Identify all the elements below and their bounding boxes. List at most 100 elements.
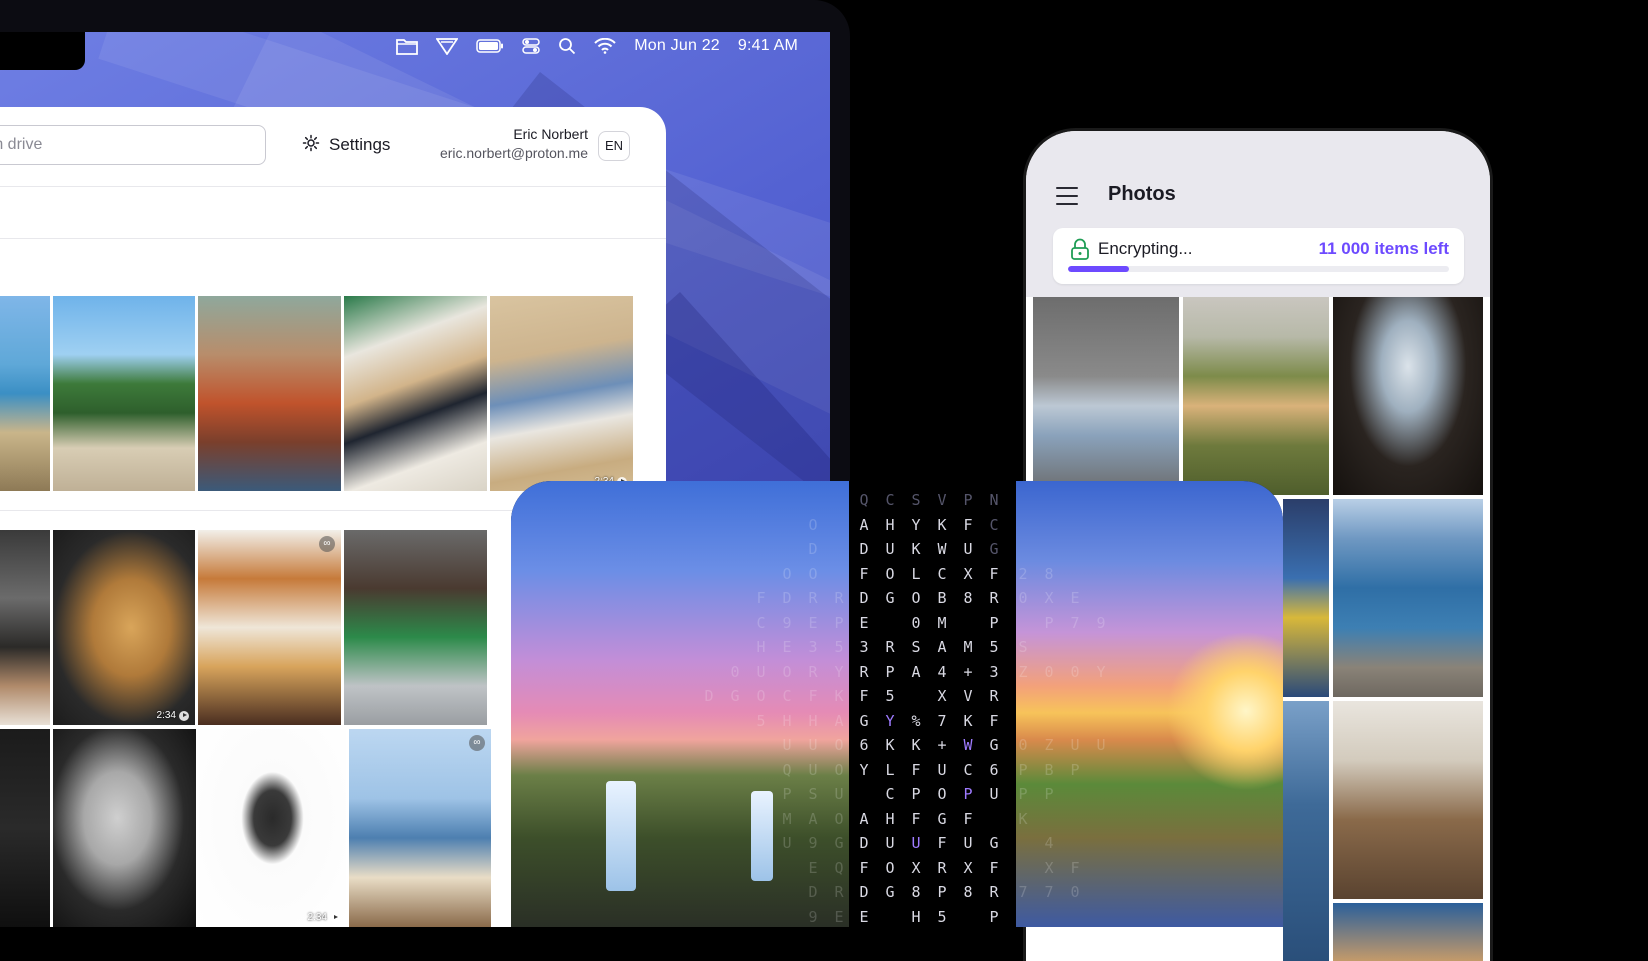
video-duration-badge: 2:34 (308, 912, 340, 923)
cipher-glyph: 3 (989, 662, 999, 681)
settings-label: Settings (329, 135, 391, 154)
cipher-glyph-faded: G (834, 834, 844, 852)
photo-thumbnail[interactable] (1283, 701, 1329, 961)
photo-thumbnail[interactable] (1333, 499, 1483, 697)
cipher-glyph: 4 (937, 662, 947, 681)
cipher-glyph: O (911, 589, 921, 607)
encryption-status-card: Encrypting... 11 000 items left (1053, 228, 1464, 284)
lock-icon (1070, 238, 1090, 260)
cipher-glyph-faded: 5 (756, 711, 766, 730)
hamburger-menu-icon[interactable] (1056, 187, 1078, 205)
cipher-glyph-faded: Z (1018, 662, 1028, 681)
cipher-glyph: E (859, 613, 869, 632)
cipher-glyph: C (989, 515, 999, 534)
link-icon: ∞ (469, 735, 485, 751)
cipher-glyph: C (885, 491, 895, 509)
photo-thumbnail[interactable] (198, 296, 341, 491)
cipher-glyph: M (937, 613, 947, 632)
menubar-time[interactable]: 9:41 AM (738, 37, 798, 55)
search-icon[interactable] (558, 37, 576, 55)
cipher-glyph-faded: R (834, 883, 844, 901)
cipher-glyph-faded: 4 (1044, 834, 1054, 852)
cipher-glyph-faded: D (808, 540, 818, 558)
cipher-glyph-faded: F (756, 589, 766, 607)
cipher-glyph: L (885, 760, 895, 779)
photo-thumbnail[interactable]: ∞ (198, 530, 341, 725)
cipher-glyph: 0 (911, 613, 921, 632)
cipher-glyph-faded: H (782, 711, 792, 730)
photo-thumbnail[interactable] (1333, 903, 1483, 961)
cipher-glyph: F (911, 809, 921, 828)
photo-thumbnail[interactable] (1183, 297, 1329, 495)
menubar-date[interactable]: Mon Jun 22 (634, 37, 720, 55)
cipher-glyph-faded: E (782, 638, 792, 656)
cipher-glyph: + (937, 736, 947, 754)
cipher-glyph-faded: 2 (1018, 564, 1028, 583)
cipher-glyph: U (937, 760, 947, 779)
cipher-glyph-faded: D (782, 589, 792, 607)
cipher-glyph-faded: U (782, 834, 792, 852)
photo-thumbnail[interactable] (344, 296, 487, 491)
cipher-glyph: P (989, 907, 999, 926)
cipher-glyph: P (963, 785, 973, 803)
photo-thumbnail[interactable] (53, 729, 196, 927)
cipher-glyph: F (859, 564, 869, 583)
settings-button[interactable]: Settings (302, 131, 390, 159)
photo-thumbnail[interactable] (1333, 701, 1483, 899)
cipher-glyph: C (937, 564, 947, 583)
cipher-glyph: 7 (937, 711, 947, 730)
cipher-glyph-faded: X (1044, 858, 1054, 877)
cipher-glyph: 8 (963, 883, 973, 901)
cipher-glyph-faded: O (834, 809, 844, 828)
photo-thumbnail[interactable] (0, 530, 50, 725)
photo-thumbnail[interactable] (0, 729, 50, 927)
cipher-glyph: + (963, 662, 973, 681)
search-input[interactable]: rch drive (0, 125, 266, 165)
photo-thumbnail[interactable] (1283, 499, 1329, 697)
photo-thumbnail[interactable]: ∞ (349, 729, 491, 927)
photo-thumbnail[interactable] (344, 530, 487, 725)
cipher-glyph: R (859, 662, 869, 681)
cipher-glyph: F (963, 809, 973, 828)
cipher-glyph: K (911, 736, 921, 754)
video-thumbnail[interactable]: 2:34 (490, 296, 633, 491)
cipher-glyph-faded: P (1018, 760, 1028, 779)
wifi-icon[interactable] (594, 38, 616, 54)
video-thumbnail[interactable]: 2:34 (199, 729, 346, 927)
link-icon: ∞ (319, 536, 335, 552)
language-button[interactable]: EN (598, 131, 630, 161)
photo-thumbnail[interactable] (1033, 297, 1179, 495)
folder-icon[interactable] (396, 37, 419, 55)
cipher-glyph-faded: P (1070, 760, 1080, 779)
cipher-glyph: P (963, 491, 973, 509)
cipher-glyph-faded: O (808, 515, 818, 534)
cipher-glyph: L (911, 564, 921, 583)
cipher-glyph: G (937, 809, 947, 828)
cipher-glyph: 6 (989, 760, 999, 779)
user-menu[interactable]: Eric Norbert eric.norbert@proton.me (420, 125, 588, 163)
video-thumbnail[interactable]: 2:34 (53, 530, 195, 725)
cipher-glyph-faded: 0 (1070, 662, 1080, 681)
photo-thumbnail[interactable] (0, 296, 50, 491)
cipher-glyph: G (885, 589, 895, 607)
cipher-glyph: D (859, 589, 869, 607)
control-center-icon[interactable] (522, 37, 541, 55)
photo-thumbnail[interactable] (1333, 297, 1483, 495)
cipher-glyph-faded: E (834, 907, 844, 926)
photo-thumbnail[interactable] (53, 296, 195, 491)
cipher-glyph-faded: O (834, 736, 844, 754)
cipher-glyph: H (885, 515, 895, 534)
cipher-glyph-faded: P (834, 613, 844, 632)
battery-icon[interactable] (476, 39, 504, 53)
proton-vpn-icon[interactable] (436, 37, 459, 55)
cipher-glyph: P (937, 883, 947, 901)
cipher-glyph-faded: P (1044, 785, 1054, 803)
cipher-glyph: U (963, 834, 973, 852)
cipher-glyph-faded: B (1044, 760, 1054, 779)
cipher-glyph-faded: P (1044, 613, 1054, 632)
cipher-glyph-faded: G (730, 687, 740, 705)
cipher-glyph: U (911, 834, 921, 852)
cipher-glyph: U (885, 540, 895, 558)
cipher-glyph-faded: E (808, 613, 818, 632)
cipher-glyph-faded: Q (782, 760, 792, 779)
